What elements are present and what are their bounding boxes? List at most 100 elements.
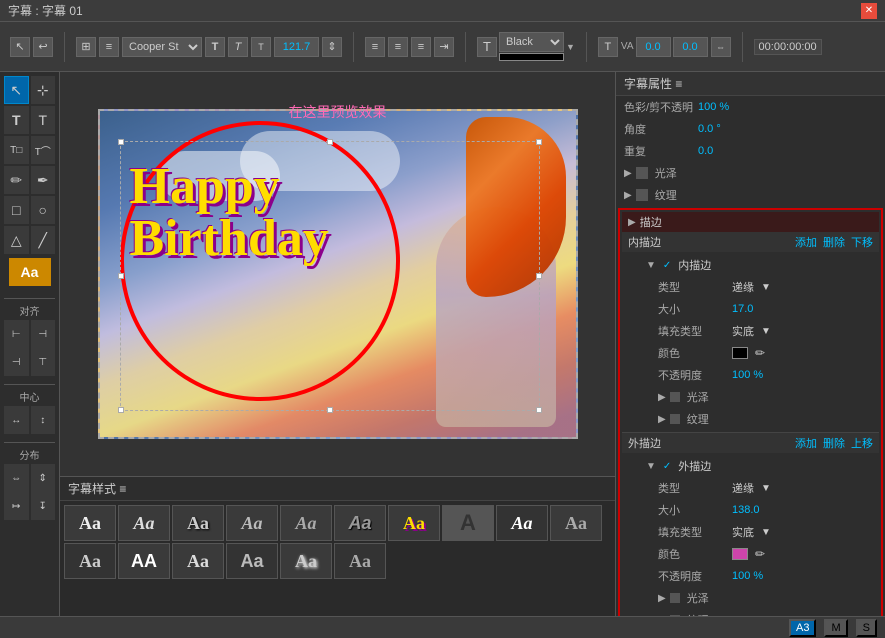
toolbar-btn-transform[interactable]: T [598, 37, 618, 57]
canvas-image[interactable]: HappyBirthday [98, 109, 578, 439]
tool-align-center-h[interactable]: ⊣ [31, 320, 56, 348]
tool-center-h[interactable]: ↔ [4, 406, 29, 434]
tool-align-right[interactable]: ⊣ [4, 348, 29, 376]
tool-node[interactable]: ⊹ [31, 76, 56, 104]
gloss-expand[interactable]: ▶ [624, 168, 632, 179]
style-item-13[interactable]: Aa [172, 543, 224, 579]
style-item-3[interactable]: Aa [172, 505, 224, 541]
style-item-9[interactable]: Aa [496, 505, 548, 541]
inner-stroke-add[interactable]: 添加 [795, 234, 817, 250]
toolbar-btn-align-center[interactable]: ≡ [388, 37, 408, 57]
color-select[interactable]: Black [499, 32, 564, 52]
toolbar-btn-bold[interactable]: T [205, 37, 225, 57]
toolbar-btn-tabs[interactable]: ⇥ [434, 37, 454, 57]
handle-tc[interactable] [327, 139, 333, 145]
outer-texture-expand[interactable]: ▶ [658, 615, 666, 617]
handle-tr[interactable] [536, 139, 542, 145]
toolbar-btn-font-type[interactable]: T [477, 37, 497, 57]
inner-type-arrow[interactable]: ▼ [761, 282, 771, 293]
toolbar-btn-small-caps[interactable]: T [251, 37, 271, 57]
outer-stroke-delete[interactable]: 删除 [823, 435, 845, 451]
inner-expand[interactable]: ▼ [646, 260, 656, 271]
outer-fill-type-row: 填充类型 实底 ▼ [638, 521, 871, 543]
style-item-10[interactable]: Aa [550, 505, 602, 541]
tool-vertical-text[interactable]: T [31, 106, 56, 134]
font-size-input[interactable]: 121.7 [274, 37, 319, 57]
inner-color-eyedropper[interactable]: ✏ [755, 346, 765, 360]
toolbar-btn-align-right[interactable]: ≡ [411, 37, 431, 57]
tool-triangle[interactable]: △ [4, 226, 29, 254]
style-item-16[interactable]: Aa [334, 543, 386, 579]
inner-color-swatch[interactable] [732, 347, 748, 359]
toolbar-btn-leading[interactable]: ⇕ [322, 37, 342, 57]
style-item-8[interactable]: A [442, 505, 494, 541]
tool-text[interactable]: T [4, 106, 29, 134]
inner-gloss-expand[interactable]: ▶ [658, 392, 666, 403]
inner-stroke-move-down[interactable]: 下移 [851, 234, 873, 250]
style-item-6[interactable]: Aa [334, 505, 386, 541]
toolbar-btn-arrow[interactable]: ↖ [10, 37, 30, 57]
status-a3[interactable]: A3 [789, 619, 816, 637]
inner-texture-expand[interactable]: ▶ [658, 414, 666, 425]
style-item-5[interactable]: Aa [280, 505, 332, 541]
aa-button[interactable]: Aa [9, 258, 51, 286]
tool-select[interactable]: ↖ [4, 76, 29, 104]
outer-stroke-move-up[interactable]: 上移 [851, 435, 873, 451]
style-item-11[interactable]: Aa [64, 543, 116, 579]
toolbar-btn-italic[interactable]: T [228, 37, 248, 57]
style-item-7[interactable]: Aa [388, 505, 440, 541]
toolbar-btn-align-left[interactable]: ≡ [365, 37, 385, 57]
style-item-2[interactable]: Aa [118, 505, 170, 541]
inner-checkbox[interactable]: ✓ [663, 260, 671, 271]
outer-gloss-expand[interactable]: ▶ [658, 593, 666, 604]
tool-line[interactable]: ╱ [31, 226, 56, 254]
style-item-12[interactable]: AA [118, 543, 170, 579]
va-input[interactable] [636, 37, 671, 57]
outer-color-swatch[interactable] [732, 548, 748, 560]
stroke-expand[interactable]: ▶ [628, 217, 636, 228]
font-family-select[interactable]: Cooper St [122, 37, 202, 57]
tool-align-top[interactable]: ⊤ [31, 348, 56, 376]
toolbar-btn-kerning[interactable]: ⇔ [711, 37, 731, 57]
tool-center-v[interactable]: ↕ [31, 406, 56, 434]
tool-pen[interactable]: ✏ [4, 166, 29, 194]
toolbar-btn-text-align[interactable]: ≡ [99, 37, 119, 57]
tool-pen-add[interactable]: ✒ [31, 166, 56, 194]
tool-align-left[interactable]: ⊢ [4, 320, 29, 348]
outer-color-eyedropper[interactable]: ✏ [755, 547, 765, 561]
tool-text-box[interactable]: T□ [4, 136, 29, 164]
outer-stroke-add[interactable]: 添加 [795, 435, 817, 451]
handle-bc[interactable] [327, 407, 333, 413]
outer-expand[interactable]: ▼ [646, 461, 656, 472]
handle-br[interactable] [536, 407, 542, 413]
toolbar-btn-undo[interactable]: ↩ [33, 37, 53, 57]
style-item-4[interactable]: Aa [226, 505, 278, 541]
style-item-14[interactable]: Aa [226, 543, 278, 579]
inner-stroke-delete[interactable]: 删除 [823, 234, 845, 250]
canvas-preview[interactable]: 在这里预览效果 [60, 72, 615, 476]
style-item-15[interactable]: Aa [280, 543, 332, 579]
tool-rect[interactable]: □ [4, 196, 29, 224]
status-m[interactable]: M [824, 619, 847, 637]
handle-bl[interactable] [118, 407, 124, 413]
outer-checkbox[interactable]: ✓ [663, 461, 671, 472]
tool-path-text[interactable]: T⌒ [31, 136, 56, 164]
outer-type-row: 类型 递缘 ▼ [638, 477, 871, 499]
tool-ellipse[interactable]: ○ [31, 196, 56, 224]
tool-dist-3[interactable]: ↦ [4, 492, 29, 520]
toolbar-btn-layout[interactable]: ⊞ [76, 37, 96, 57]
inner-fill-arrow[interactable]: ▼ [761, 326, 771, 337]
handle-tl[interactable] [118, 139, 124, 145]
tool-dist-4[interactable]: ↧ [31, 492, 56, 520]
tool-dist-h[interactable]: ⇔ [4, 464, 29, 492]
close-button[interactable]: ✕ [861, 3, 877, 19]
style-item-1[interactable]: Aa [64, 505, 116, 541]
outer-fill-arrow[interactable]: ▼ [761, 527, 771, 538]
tracking-input[interactable] [673, 37, 708, 57]
handle-mr[interactable] [536, 273, 542, 279]
handle-ml[interactable] [118, 273, 124, 279]
outer-type-arrow[interactable]: ▼ [761, 483, 771, 494]
tool-dist-v[interactable]: ⇕ [31, 464, 56, 492]
status-s[interactable]: S [856, 619, 877, 637]
texture-expand[interactable]: ▶ [624, 190, 632, 201]
